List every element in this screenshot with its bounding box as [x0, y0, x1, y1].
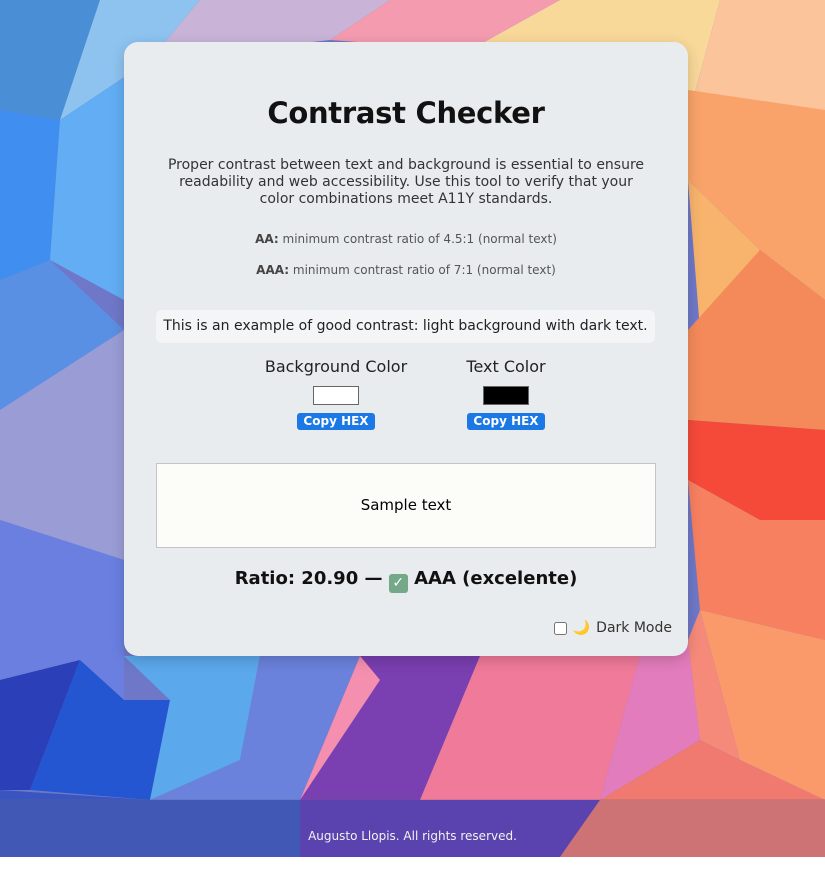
copy-background-hex-button[interactable]: Copy HEX	[297, 413, 375, 430]
footer-text: Augusto Llopis. All rights reserved.	[308, 829, 517, 843]
text-color-input[interactable]	[483, 386, 529, 405]
aaa-rule: AAA: minimum contrast ratio of 7:1 (norm…	[124, 263, 688, 277]
crescent-moon-icon: 🌙	[572, 620, 591, 636]
contrast-result: Ratio: 20.90 — ✓ AAA (excelente)	[124, 566, 688, 593]
dark-mode-toggle[interactable]: 🌙 Dark Mode	[553, 620, 672, 636]
check-mark-icon: ✓	[388, 574, 408, 593]
page-title: Contrast Checker	[267, 96, 545, 130]
intro-text: Proper contrast between text and backgro…	[167, 157, 645, 207]
aa-rule: AA: minimum contrast ratio of 4.5:1 (nor…	[124, 232, 688, 246]
aa-rule-label: AA:	[255, 232, 279, 246]
copy-text-hex-button[interactable]: Copy HEX	[467, 413, 545, 430]
background-color-picker: Background Color Copy HEX	[256, 356, 416, 430]
aaa-rule-label: AAA:	[256, 263, 290, 277]
compliance-level: AAA (excelente)	[414, 568, 578, 589]
contrast-checker-card: Contrast Checker Proper contrast between…	[124, 42, 688, 656]
text-color-label: Text Color	[466, 357, 546, 376]
dark-mode-checkbox[interactable]	[553, 621, 567, 635]
ratio-text: Ratio: 20.90 —	[234, 568, 383, 589]
footer: Augusto Llopis. All rights reserved.	[0, 799, 825, 857]
aaa-rule-text: minimum contrast ratio of 7:1 (normal te…	[292, 263, 556, 277]
text-color-picker: Text Color Copy HEX	[426, 356, 586, 430]
aa-rule-text: minimum contrast ratio of 4.5:1 (normal …	[282, 232, 557, 246]
background-color-label: Background Color	[264, 357, 408, 376]
sample-preview: Sample text	[156, 463, 656, 548]
dark-mode-label: Dark Mode	[596, 620, 672, 636]
example-banner: This is an example of good contrast: lig…	[156, 310, 655, 343]
background-color-input[interactable]	[313, 386, 359, 405]
sample-text: Sample text	[360, 496, 452, 514]
